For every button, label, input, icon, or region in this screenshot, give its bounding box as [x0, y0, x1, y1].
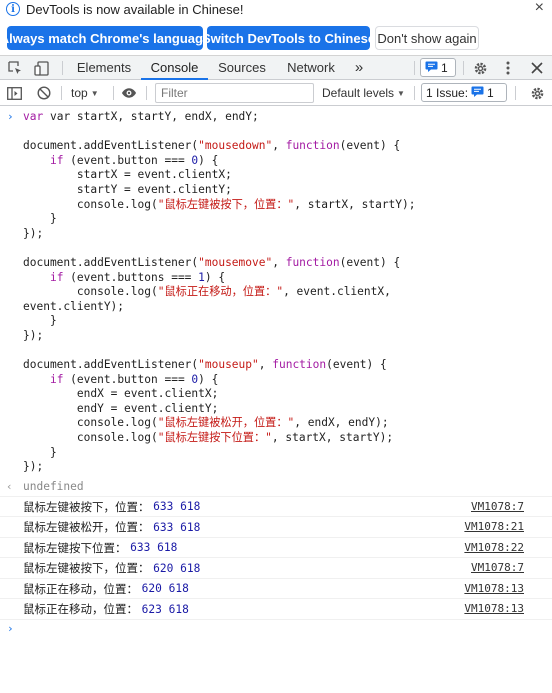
info-icon: i — [6, 2, 20, 16]
log-message: 鼠标正在移动，位置： 623 618 VM1078:13 — [0, 599, 552, 620]
console-messages: › var var startX, startY, endX, endY; doc… — [0, 107, 552, 640]
close-devtools-icon[interactable] — [529, 60, 545, 76]
console-filterbar: top ▼ Filter Default levels ▼ 1 Issue: 1 — [0, 80, 552, 106]
inspect-element-icon[interactable] — [7, 60, 23, 76]
live-expression-eye-icon[interactable] — [121, 85, 137, 101]
log-source-link[interactable]: VM1078:13 — [464, 602, 524, 615]
context-value: top — [71, 86, 88, 100]
tab-network[interactable]: Network — [281, 56, 341, 79]
issues-label: 1 Issue: — [426, 85, 469, 100]
console-prompt-input[interactable]: › — [0, 620, 552, 640]
filter-input[interactable]: Filter — [155, 83, 314, 103]
log-message: 鼠标左键被松开，位置： 633 618 VM1078:21 — [0, 517, 552, 538]
device-toolbar-icon[interactable] — [33, 60, 49, 76]
sidebar-toggle-icon[interactable] — [6, 85, 22, 101]
console-input-code: › var var startX, startY, endX, endY; doc… — [7, 110, 416, 474]
language-infobar: i DevTools is now available in Chinese! … — [0, 0, 552, 56]
message-icon — [425, 61, 438, 75]
infobar-message-row: i DevTools is now available in Chinese! — [6, 1, 244, 17]
log-source-link[interactable]: VM1078:22 — [464, 541, 524, 554]
console-result: ‹ undefined — [0, 478, 552, 497]
switch-to-chinese-button[interactable]: Switch DevTools to Chinese — [202, 26, 375, 50]
always-match-language-button[interactable]: Always match Chrome's language — [0, 26, 210, 50]
tab-sources[interactable]: Sources — [212, 56, 272, 79]
log-message: 鼠标左键被按下，位置： 633 618 VM1078:7 — [0, 497, 552, 518]
levels-label: Default levels — [322, 86, 395, 100]
tab-console[interactable]: Console — [141, 56, 208, 80]
tab-elements[interactable]: Elements — [72, 56, 136, 79]
log-levels-dropdown[interactable]: Default levels ▼ — [322, 84, 405, 102]
messages-count: 1 — [441, 60, 448, 75]
result-chevron-icon: ‹ — [6, 479, 13, 493]
more-options-icon[interactable] — [500, 60, 516, 76]
log-source-link[interactable]: VM1078:7 — [471, 561, 524, 574]
settings-gear-icon[interactable] — [472, 60, 488, 76]
console-settings-gear-icon[interactable] — [529, 85, 545, 101]
dont-show-again-button[interactable]: Don't show again — [375, 26, 479, 50]
messages-badge[interactable]: 1 — [420, 58, 456, 77]
clear-console-icon[interactable] — [36, 85, 52, 101]
log-message: 鼠标左键按下位置： 633 618 VM1078:22 — [0, 538, 552, 559]
code-keyword: var — [23, 110, 44, 123]
log-source-link[interactable]: VM1078:21 — [464, 520, 524, 533]
log-message: 鼠标正在移动，位置： 620 618 VM1078:13 — [0, 579, 552, 600]
infobar-message: DevTools is now available in Chinese! — [26, 1, 244, 17]
chevron-down-icon: ▼ — [90, 88, 99, 98]
result-value: undefined — [23, 480, 84, 494]
issue-message-icon — [471, 86, 484, 100]
devtools-tabbar: Elements Console Sources Network » 1 — [0, 56, 552, 80]
code-line: var startX, startY, endX, endY; — [49, 110, 259, 123]
log-source-link[interactable]: VM1078:7 — [471, 500, 524, 513]
chevron-down-icon: ▼ — [397, 88, 405, 98]
issues-count: 1 — [487, 85, 494, 100]
context-selector[interactable]: top ▼ — [71, 84, 99, 102]
infobar-close-icon[interactable]: × — [535, 0, 544, 16]
log-message: 鼠标左键被按下，位置： 620 618 VM1078:7 — [0, 558, 552, 579]
input-chevron-icon: › — [7, 110, 14, 123]
more-tabs-button[interactable]: » — [348, 56, 370, 79]
log-source-link[interactable]: VM1078:13 — [464, 582, 524, 595]
issues-badge[interactable]: 1 Issue: 1 — [421, 83, 507, 102]
prompt-chevron-icon: › — [7, 621, 14, 635]
